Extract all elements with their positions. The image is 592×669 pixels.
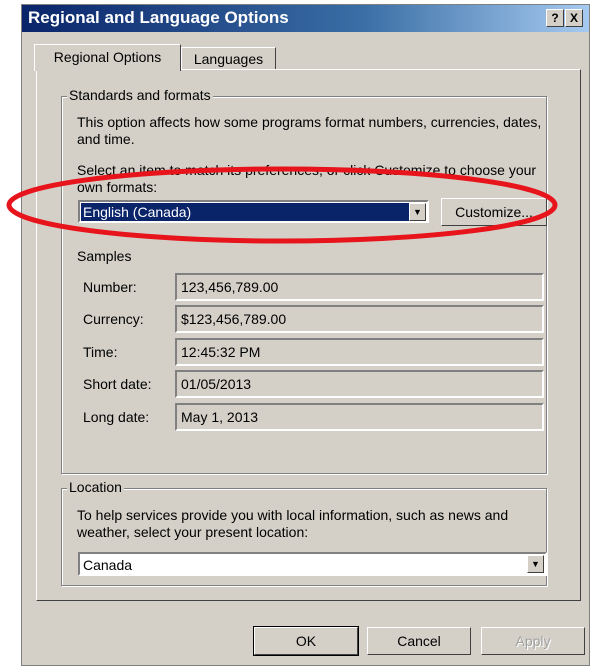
tab-regional-options[interactable]: Regional Options	[34, 44, 181, 71]
highlight-annotation	[6, 166, 558, 244]
highlight-ellipse	[6, 166, 558, 244]
